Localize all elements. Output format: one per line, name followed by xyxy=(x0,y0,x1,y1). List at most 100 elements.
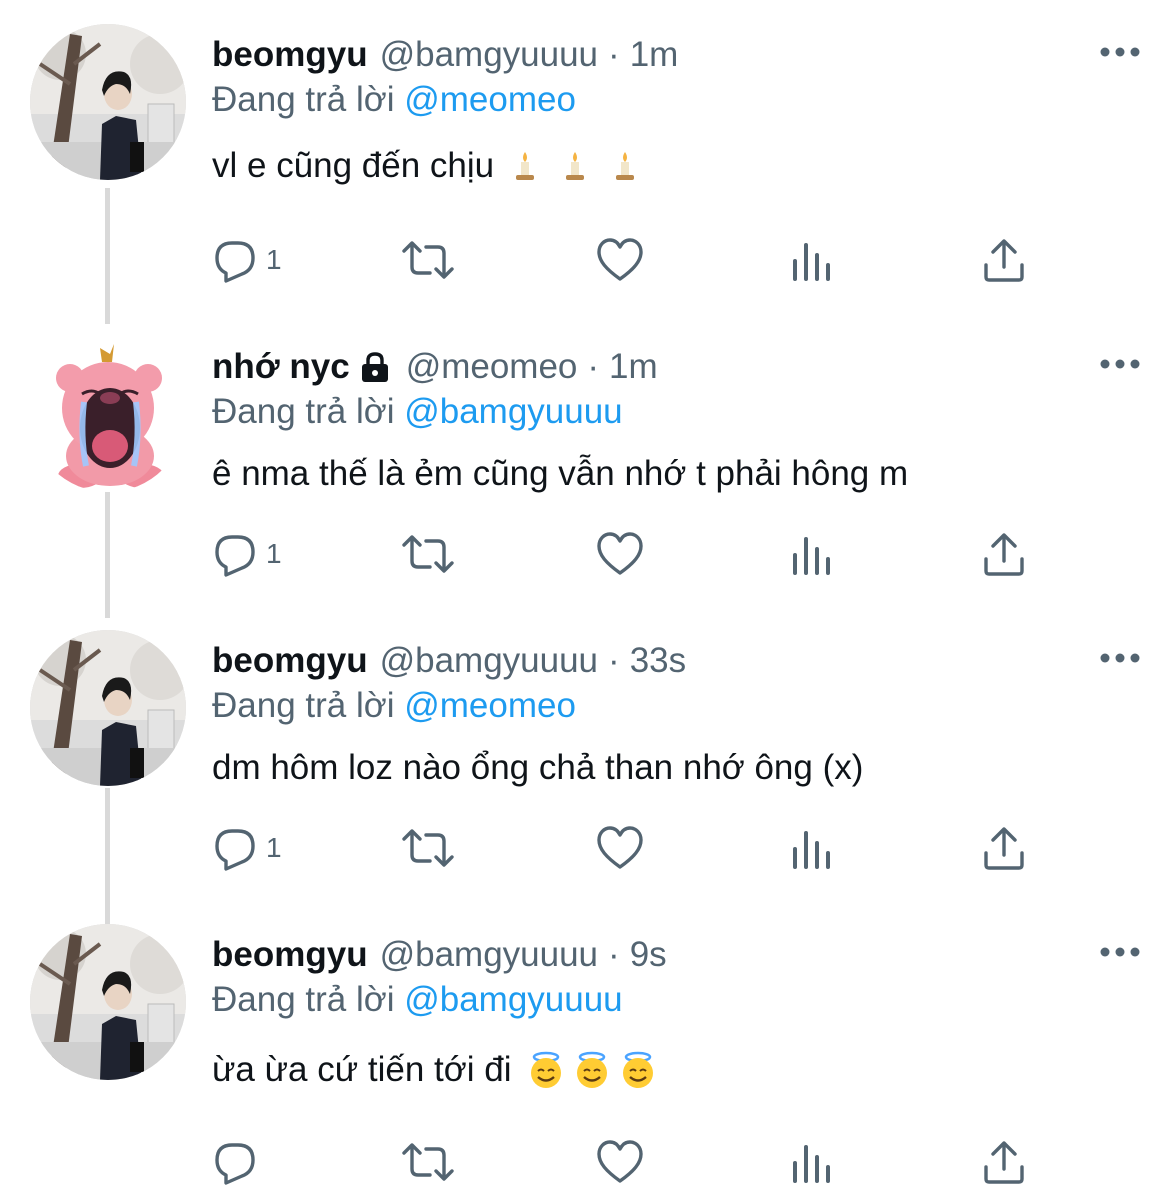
tweet-body: ê nma thế là ẻm cũng vẫn nhớ t phải hông… xyxy=(212,454,909,493)
analytics-icon xyxy=(793,537,830,575)
timestamp[interactable]: 33s xyxy=(630,641,686,681)
user-handle[interactable]: @bamgyuuuu xyxy=(380,641,598,681)
share-icon xyxy=(984,239,1024,282)
views-button[interactable] xyxy=(792,1134,832,1190)
display-name[interactable]: beomgyu xyxy=(212,641,368,681)
timestamp[interactable]: 9s xyxy=(630,935,667,975)
more-options-icon[interactable] xyxy=(1100,944,1140,960)
share-icon xyxy=(984,533,1024,576)
tweet-text: dm hôm loz nào ổng chả than nhớ ông (x) xyxy=(212,748,863,788)
mention-link[interactable]: @meomeo xyxy=(404,686,576,725)
reply-button[interactable]: 1 xyxy=(212,232,282,288)
reply-icon xyxy=(215,241,255,283)
views-button[interactable] xyxy=(792,526,832,582)
replying-to: Đang trả lời @bamgyuuuu xyxy=(212,392,623,432)
avatar[interactable] xyxy=(30,630,186,786)
tweet[interactable]: nhớ nyc @meomeo · 1m Đang trả lời @bamgy… xyxy=(0,312,1170,606)
share-icon xyxy=(984,1141,1024,1184)
display-name[interactable]: beomgyu xyxy=(212,935,368,975)
separator-dot: · xyxy=(587,347,600,386)
tweet[interactable]: beomgyu @bamgyuuuu · 1m Đang trả lời @me… xyxy=(0,0,1170,294)
avatar[interactable] xyxy=(30,924,186,1080)
replying-to-label: Đang trả lời xyxy=(212,980,395,1019)
separator-dot: · xyxy=(608,641,620,680)
retweet-button[interactable] xyxy=(400,526,456,582)
halo-smile-emoji xyxy=(531,1051,562,1088)
retweet-button[interactable] xyxy=(400,232,456,288)
tweet-actions: 1 xyxy=(212,526,1042,582)
display-name[interactable]: nhớ nyc xyxy=(212,347,350,387)
tweet-body: vl e cũng đến chịu xyxy=(212,146,495,185)
beomgyu-avatar xyxy=(30,924,186,1080)
tweet-text: vl e cũng đến chịu xyxy=(212,146,638,186)
like-button[interactable] xyxy=(596,232,644,288)
tweet-actions: 1 xyxy=(212,232,1042,288)
beomgyu-avatar xyxy=(30,24,186,180)
user-handle[interactable]: @bamgyuuuu xyxy=(380,935,598,975)
avatar[interactable] xyxy=(30,336,186,492)
lock-icon xyxy=(361,352,388,382)
tweet-body: dm hôm loz nào ổng chả than nhớ ông (x) xyxy=(212,748,864,787)
tweet-text: ê nma thế là ẻm cũng vẫn nhớ t phải hông… xyxy=(212,454,908,494)
timestamp[interactable]: 1m xyxy=(630,35,679,75)
share-button[interactable] xyxy=(982,526,1026,582)
mention-link[interactable]: @bamgyuuuu xyxy=(404,980,622,1019)
pink-beaver-avatar xyxy=(30,336,186,492)
candle-icon xyxy=(566,152,585,180)
analytics-icon xyxy=(793,1145,830,1183)
reply-icon xyxy=(215,829,255,871)
more-options-icon[interactable] xyxy=(1100,44,1140,60)
share-icon xyxy=(984,827,1024,870)
candle-icon xyxy=(516,152,535,180)
reply-count: 1 xyxy=(266,538,282,569)
tweet[interactable]: beomgyu @bamgyuuuu · 9s Đang trả lời @ba… xyxy=(0,900,1170,1194)
analytics-icon xyxy=(793,243,830,281)
more-options-icon[interactable] xyxy=(1100,356,1140,372)
reply-button[interactable]: 1 xyxy=(212,820,282,876)
halo-smile-emoji xyxy=(577,1051,608,1088)
reply-count: 1 xyxy=(266,832,282,863)
like-button[interactable] xyxy=(596,820,644,876)
user-handle[interactable]: @meomeo xyxy=(406,347,578,387)
analytics-icon xyxy=(793,831,830,869)
heart-icon xyxy=(597,238,643,281)
replying-to-label: Đang trả lời xyxy=(212,392,395,431)
share-button[interactable] xyxy=(982,820,1026,876)
tweet-body: ừa ừa cứ tiến tới đi xyxy=(212,1050,512,1089)
tweet-actions xyxy=(212,1134,1042,1190)
mention-link[interactable]: @bamgyuuuu xyxy=(404,392,622,431)
halo-smile-emoji xyxy=(623,1051,654,1088)
candle-icon xyxy=(616,152,635,180)
separator-dot: · xyxy=(608,935,620,974)
reply-icon xyxy=(215,535,255,577)
reply-count: 1 xyxy=(266,244,282,275)
more-options-icon[interactable] xyxy=(1100,650,1140,666)
retweet-button[interactable] xyxy=(400,1134,456,1190)
like-button[interactable] xyxy=(596,526,644,582)
tweet-text: ừa ừa cứ tiến tới đi xyxy=(212,1050,657,1090)
reply-thread: beomgyu @bamgyuuuu · 1m Đang trả lời @me… xyxy=(0,0,1170,1197)
mention-link[interactable]: @meomeo xyxy=(404,80,576,119)
retweet-button[interactable] xyxy=(400,820,456,876)
like-button[interactable] xyxy=(596,1134,644,1190)
tweet-actions: 1 xyxy=(212,820,1042,876)
avatar[interactable] xyxy=(30,24,186,180)
share-button[interactable] xyxy=(982,232,1026,288)
tweet-header: beomgyu @bamgyuuuu · 1m xyxy=(212,30,678,80)
beomgyu-avatar xyxy=(30,630,186,786)
heart-icon xyxy=(597,826,643,869)
tweet[interactable]: beomgyu @bamgyuuuu · 33s Đang trả lời @m… xyxy=(0,606,1170,900)
timestamp[interactable]: 1m xyxy=(609,347,658,387)
heart-icon xyxy=(597,532,643,575)
share-button[interactable] xyxy=(982,1134,1026,1190)
replying-to: Đang trả lời @bamgyuuuu xyxy=(212,980,623,1020)
replying-to-label: Đang trả lời xyxy=(212,686,395,725)
retweet-icon xyxy=(402,241,454,279)
views-button[interactable] xyxy=(792,820,832,876)
user-handle[interactable]: @bamgyuuuu xyxy=(380,35,598,75)
tweet-header: beomgyu @bamgyuuuu · 9s xyxy=(212,930,667,980)
views-button[interactable] xyxy=(792,232,832,288)
reply-button[interactable]: 1 xyxy=(212,526,282,582)
reply-button[interactable] xyxy=(212,1134,266,1190)
display-name[interactable]: beomgyu xyxy=(212,35,368,75)
